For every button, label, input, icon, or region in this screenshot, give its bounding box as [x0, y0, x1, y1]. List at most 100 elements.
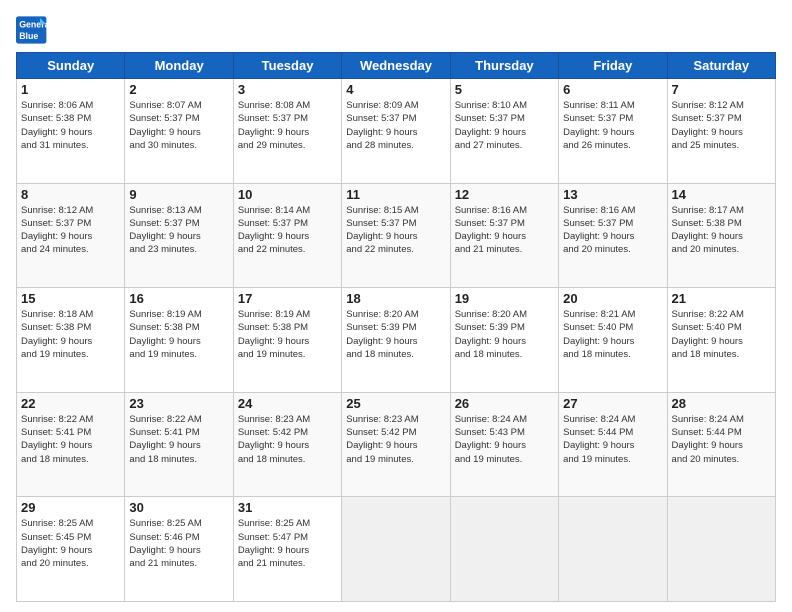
day-info: Sunrise: 8:09 AM Sunset: 5:37 PM Dayligh…: [346, 99, 445, 152]
day-info: Sunrise: 8:10 AM Sunset: 5:37 PM Dayligh…: [455, 99, 554, 152]
calendar-cell: 11 Sunrise: 8:15 AM Sunset: 5:37 PM Dayli…: [342, 183, 450, 288]
logo-icon: General Blue: [16, 16, 48, 44]
day-number: 15: [21, 291, 120, 306]
day-number: 8: [21, 187, 120, 202]
calendar-cell: 23Sunrise: 8:22 AM Sunset: 5:41 PM Dayli…: [125, 392, 233, 497]
day-info: Sunrise: 8:24 AM Sunset: 5:44 PM Dayligh…: [563, 413, 662, 466]
day-info: Sunrise: 8:06 AM Sunset: 5:38 PM Dayligh…: [21, 99, 120, 152]
column-header-friday: Friday: [559, 53, 667, 79]
svg-text:Blue: Blue: [19, 31, 38, 41]
calendar-cell: 22 Sunrise: 8:22 AM Sunset: 5:41 PM Dayli…: [17, 392, 125, 497]
day-info: Sunrise: 8:23 AM Sunset: 5:42 PM Dayligh…: [346, 413, 445, 466]
calendar-week-5: 29Sunrise: 8:25 AM Sunset: 5:45 PM Dayli…: [17, 497, 776, 602]
day-number: 3: [238, 82, 337, 97]
day-info: Sunrise: 8:22 AM Sunset: 5:41 PM Dayligh…: [21, 413, 120, 466]
calendar-cell: [342, 497, 450, 602]
calendar-cell: [559, 497, 667, 602]
calendar-cell: 30 Sunrise: 8:25 AM Sunset: 5:46 PM Dayli…: [125, 497, 233, 602]
calendar-week-1: 1 Sunrise: 8:06 AM Sunset: 5:38 PM Daylig…: [17, 79, 776, 184]
calendar-cell: 2 Sunrise: 8:07 AM Sunset: 5:37 PM Daylig…: [125, 79, 233, 184]
day-info: Sunrise: 8:23 AM Sunset: 5:42 PM Dayligh…: [238, 413, 337, 466]
svg-text:General: General: [19, 20, 48, 30]
column-header-monday: Monday: [125, 53, 233, 79]
calendar-week-2: 8Sunrise: 8:12 AM Sunset: 5:37 PM Daylig…: [17, 183, 776, 288]
page: General Blue SundayMondayTuesdayWednesda…: [0, 0, 792, 612]
day-number: 23: [129, 396, 228, 411]
calendar-cell: [450, 497, 558, 602]
day-number: 26: [455, 396, 554, 411]
calendar-cell: 20Sunrise: 8:21 AM Sunset: 5:40 PM Dayli…: [559, 288, 667, 393]
day-info: Sunrise: 8:22 AM Sunset: 5:40 PM Dayligh…: [672, 308, 771, 361]
day-info: Sunrise: 8:25 AM Sunset: 5:47 PM Dayligh…: [238, 517, 337, 570]
calendar-cell: 9Sunrise: 8:13 AM Sunset: 5:37 PM Daylig…: [125, 183, 233, 288]
day-number: 19: [455, 291, 554, 306]
calendar-cell: 21 Sunrise: 8:22 AM Sunset: 5:40 PM Dayli…: [667, 288, 775, 393]
day-number: 18: [346, 291, 445, 306]
calendar-cell: 13Sunrise: 8:16 AM Sunset: 5:37 PM Dayli…: [559, 183, 667, 288]
day-info: Sunrise: 8:16 AM Sunset: 5:37 PM Dayligh…: [455, 204, 554, 257]
day-number: 10: [238, 187, 337, 202]
day-number: 22: [21, 396, 120, 411]
calendar-cell: 15Sunrise: 8:18 AM Sunset: 5:38 PM Dayli…: [17, 288, 125, 393]
calendar-week-3: 15Sunrise: 8:18 AM Sunset: 5:38 PM Dayli…: [17, 288, 776, 393]
day-info: Sunrise: 8:12 AM Sunset: 5:37 PM Dayligh…: [672, 99, 771, 152]
calendar-cell: [667, 497, 775, 602]
day-info: Sunrise: 8:17 AM Sunset: 5:38 PM Dayligh…: [672, 204, 771, 257]
calendar-cell: 14 Sunrise: 8:17 AM Sunset: 5:38 PM Dayli…: [667, 183, 775, 288]
day-number: 14: [672, 187, 771, 202]
day-number: 6: [563, 82, 662, 97]
day-info: Sunrise: 8:25 AM Sunset: 5:45 PM Dayligh…: [21, 517, 120, 570]
day-number: 27: [563, 396, 662, 411]
calendar-cell: 17 Sunrise: 8:19 AM Sunset: 5:38 PM Dayli…: [233, 288, 341, 393]
calendar-cell: 27 Sunrise: 8:24 AM Sunset: 5:44 PM Dayli…: [559, 392, 667, 497]
calendar-cell: 29Sunrise: 8:25 AM Sunset: 5:45 PM Dayli…: [17, 497, 125, 602]
day-number: 11: [346, 187, 445, 202]
day-number: 17: [238, 291, 337, 306]
day-info: Sunrise: 8:21 AM Sunset: 5:40 PM Dayligh…: [563, 308, 662, 361]
column-header-saturday: Saturday: [667, 53, 775, 79]
column-header-wednesday: Wednesday: [342, 53, 450, 79]
day-info: Sunrise: 8:08 AM Sunset: 5:37 PM Dayligh…: [238, 99, 337, 152]
calendar-cell: 19 Sunrise: 8:20 AM Sunset: 5:39 PM Dayli…: [450, 288, 558, 393]
day-number: 25: [346, 396, 445, 411]
calendar-cell: 1 Sunrise: 8:06 AM Sunset: 5:38 PM Daylig…: [17, 79, 125, 184]
day-number: 5: [455, 82, 554, 97]
calendar-cell: 25 Sunrise: 8:23 AM Sunset: 5:42 PM Dayli…: [342, 392, 450, 497]
day-info: Sunrise: 8:07 AM Sunset: 5:37 PM Dayligh…: [129, 99, 228, 152]
day-info: Sunrise: 8:20 AM Sunset: 5:39 PM Dayligh…: [455, 308, 554, 361]
day-info: Sunrise: 8:19 AM Sunset: 5:38 PM Dayligh…: [238, 308, 337, 361]
calendar-cell: 26 Sunrise: 8:24 AM Sunset: 5:43 PM Dayli…: [450, 392, 558, 497]
day-info: Sunrise: 8:13 AM Sunset: 5:37 PM Dayligh…: [129, 204, 228, 257]
day-number: 31: [238, 500, 337, 515]
calendar-cell: 8Sunrise: 8:12 AM Sunset: 5:37 PM Daylig…: [17, 183, 125, 288]
calendar-cell: 16Sunrise: 8:19 AM Sunset: 5:38 PM Dayli…: [125, 288, 233, 393]
calendar-cell: 12 Sunrise: 8:16 AM Sunset: 5:37 PM Dayli…: [450, 183, 558, 288]
calendar-cell: 7Sunrise: 8:12 AM Sunset: 5:37 PM Daylig…: [667, 79, 775, 184]
day-number: 13: [563, 187, 662, 202]
day-number: 30: [129, 500, 228, 515]
day-number: 12: [455, 187, 554, 202]
header: General Blue: [16, 16, 776, 44]
calendar-table: SundayMondayTuesdayWednesdayThursdayFrid…: [16, 52, 776, 602]
day-info: Sunrise: 8:20 AM Sunset: 5:39 PM Dayligh…: [346, 308, 445, 361]
day-number: 4: [346, 82, 445, 97]
logo: General Blue: [16, 16, 48, 44]
day-number: 2: [129, 82, 228, 97]
day-number: 1: [21, 82, 120, 97]
calendar-cell: 10 Sunrise: 8:14 AM Sunset: 5:37 PM Dayli…: [233, 183, 341, 288]
calendar-cell: 18 Sunrise: 8:20 AM Sunset: 5:39 PM Dayli…: [342, 288, 450, 393]
day-info: Sunrise: 8:14 AM Sunset: 5:37 PM Dayligh…: [238, 204, 337, 257]
calendar-cell: 28Sunrise: 8:24 AM Sunset: 5:44 PM Dayli…: [667, 392, 775, 497]
day-info: Sunrise: 8:15 AM Sunset: 5:37 PM Dayligh…: [346, 204, 445, 257]
calendar-cell: 5 Sunrise: 8:10 AM Sunset: 5:37 PM Daylig…: [450, 79, 558, 184]
day-number: 21: [672, 291, 771, 306]
day-number: 28: [672, 396, 771, 411]
day-info: Sunrise: 8:11 AM Sunset: 5:37 PM Dayligh…: [563, 99, 662, 152]
day-info: Sunrise: 8:25 AM Sunset: 5:46 PM Dayligh…: [129, 517, 228, 570]
column-header-thursday: Thursday: [450, 53, 558, 79]
calendar-cell: 4 Sunrise: 8:09 AM Sunset: 5:37 PM Daylig…: [342, 79, 450, 184]
calendar-cell: 6 Sunrise: 8:11 AM Sunset: 5:37 PM Daylig…: [559, 79, 667, 184]
calendar-cell: 24Sunrise: 8:23 AM Sunset: 5:42 PM Dayli…: [233, 392, 341, 497]
day-info: Sunrise: 8:24 AM Sunset: 5:43 PM Dayligh…: [455, 413, 554, 466]
calendar-cell: 31 Sunrise: 8:25 AM Sunset: 5:47 PM Dayli…: [233, 497, 341, 602]
